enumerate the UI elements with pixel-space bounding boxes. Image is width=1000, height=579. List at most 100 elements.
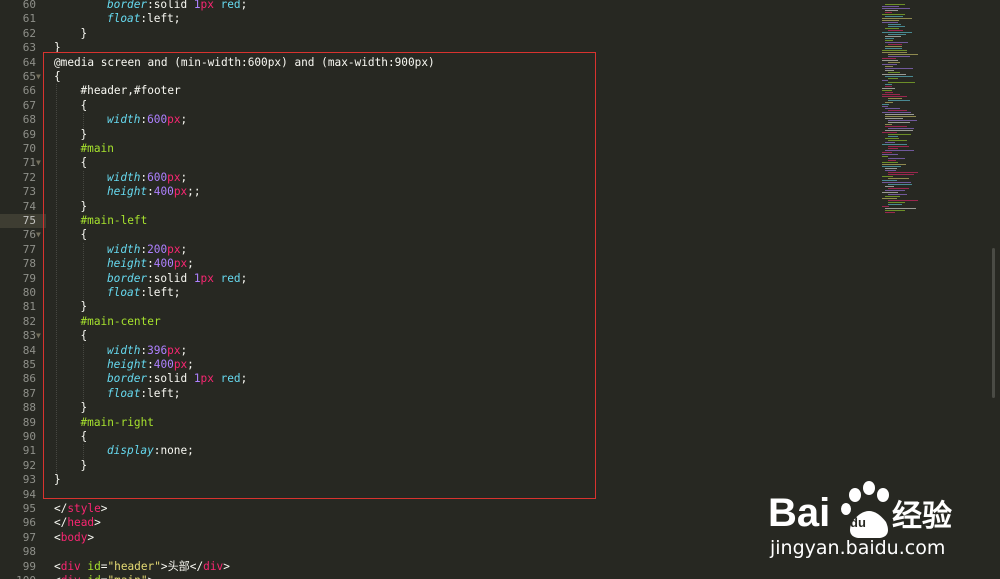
line-number-label: 96 [22,516,36,530]
line-number-label: 98 [22,545,36,559]
line-number: 92 [0,459,46,473]
code-line[interactable]: </style> [54,502,107,516]
minimap-line [882,166,901,167]
minimap[interactable] [880,0,940,230]
minimap-line [882,18,912,19]
line-number: 81 [0,300,46,314]
line-number-label: 72 [22,170,36,184]
minimap-line [885,212,895,213]
line-number-gutter: 60 61 62 63 64 65 ▼ 66 67 68 69 70 71 ▼ 72 73 74 75 76 ▼ 77 7… [0,0,46,579]
minimap-line [888,184,912,185]
code-token: > [148,574,155,579]
fold-arrow-icon[interactable]: ▼ [36,70,41,84]
line-number-label: 61 [22,12,36,26]
minimap-line [882,32,912,33]
minimap-line [885,70,894,71]
minimap-line [888,174,914,175]
line-number-label: 86 [22,372,36,386]
minimap-line [882,80,888,81]
vertical-scrollbar[interactable] [988,0,1000,579]
line-number: 100 [0,574,46,579]
line-number: 74 [0,200,46,214]
code-line[interactable]: border:solid 1px red; [107,0,247,12]
minimap-line [885,66,893,67]
line-number: 99 [0,560,46,574]
line-number-label: 92 [22,458,36,472]
line-number-label: 75 [22,214,36,227]
line-number: 80 [0,286,46,300]
line-number: 97 [0,531,46,545]
minimap-line [882,88,895,89]
code-line[interactable]: <body> [54,531,94,545]
minimap-line [888,148,898,149]
line-number: 60 [0,0,46,12]
line-number-label: 77 [22,242,36,256]
minimap-line [888,56,910,57]
minimap-line [888,136,898,137]
minimap-line [882,154,898,155]
code-line[interactable]: <div id="main"> [54,574,154,579]
minimap-line [882,164,906,165]
minimap-line [885,108,900,109]
code-token: style [67,502,101,515]
fold-arrow-icon[interactable]: ▼ [36,156,41,170]
line-number: 88 [0,401,46,415]
minimap-line [882,20,899,21]
line-number-label: 62 [22,26,36,40]
code-token: border [107,0,148,11]
fold-arrow-icon[interactable]: ▼ [36,329,41,343]
code-line[interactable]: <div id="header">头部</div> [54,560,230,574]
minimap-line [885,86,892,87]
line-number-label: 71 [22,156,36,170]
minimap-line [882,22,898,23]
code-token: red [213,0,241,11]
line-number-label: 84 [22,343,36,357]
minimap-line [885,168,897,169]
minimap-line [882,14,905,15]
line-number-label: 89 [22,415,36,429]
line-number: 76 ▼ [0,228,46,242]
minimap-line [885,130,913,131]
line-number: 64 [0,56,46,70]
minimap-line [885,40,893,41]
line-number: 73 [0,185,46,199]
fold-arrow-icon[interactable]: ▼ [36,228,41,242]
minimap-line [882,94,900,95]
minimap-line [882,106,888,107]
line-number: 65 ▼ [0,70,46,84]
minimap-line [888,78,898,79]
code-line[interactable]: } [81,27,88,41]
minimap-line [885,36,901,37]
line-number: 75 [0,214,46,229]
line-number-label: 80 [22,286,36,299]
line-number: 66 [0,84,46,98]
minimap-line [885,38,894,39]
minimap-line [882,192,898,193]
minimap-line [882,180,897,181]
scrollbar-thumb[interactable] [992,248,995,398]
code-line[interactable]: </head> [54,516,101,530]
minimap-line [882,8,910,9]
minimap-line [882,112,911,113]
minimap-line [888,82,915,83]
minimap-line [888,44,902,45]
line-number: 67 [0,99,46,113]
line-number-label: 87 [22,386,36,400]
code-token: px [200,0,214,11]
line-number-label: 94 [22,487,36,501]
line-number-label: 74 [22,199,36,213]
minimap-line [882,144,907,145]
minimap-line [888,134,911,135]
minimap-line [882,64,897,65]
minimap-line [888,120,917,121]
code-token: id [81,574,100,579]
line-number-label: 73 [22,185,36,199]
minimap-line [885,84,892,85]
minimap-line [885,208,916,209]
minimap-line [882,152,892,153]
code-line[interactable]: float:left; [107,12,180,26]
code-token: "header" [107,559,161,573]
minimap-line [885,68,913,69]
line-number: 70 [0,142,46,156]
watermark-url: jingyan.baidu.com [770,537,946,559]
